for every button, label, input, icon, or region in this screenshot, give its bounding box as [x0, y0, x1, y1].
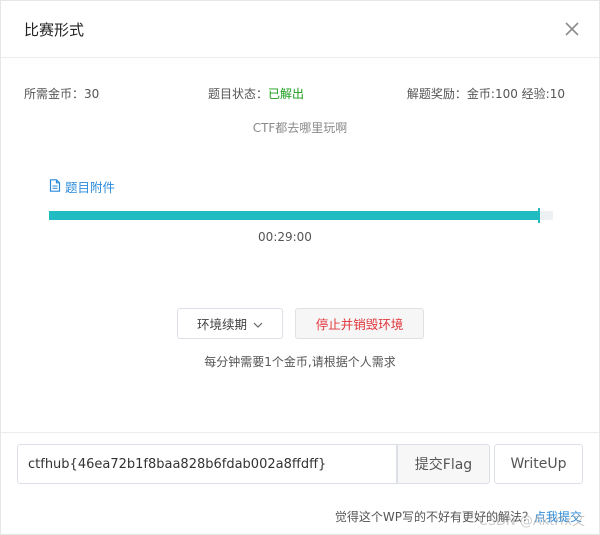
submit-flag-label: 提交Flag: [414, 457, 473, 473]
challenge-dialog: 比赛形式 所需金币：30 题目状态：已解出 解题奖励：金币:100 经验:10 …: [0, 0, 600, 535]
renew-label: 环境续期: [196, 317, 247, 332]
time-progress-bar: [49, 208, 553, 223]
status-badge: 已解出: [268, 87, 305, 101]
coin-cost-value: 30: [84, 87, 100, 101]
environment-cost-note: 每分钟需要1个金币,请根据个人需求: [204, 355, 396, 369]
chevron-down-icon: [253, 316, 263, 331]
writeup-hint-text: 觉得这个WP写的不好有更好的解法？: [334, 510, 534, 524]
flag-input[interactable]: [17, 444, 397, 484]
submit-flag-button[interactable]: 提交Flag: [397, 444, 490, 484]
dialog-header: 比赛形式: [1, 1, 599, 58]
time-progress-fill: [49, 211, 538, 220]
renew-environment-button[interactable]: 环境续期: [177, 308, 283, 339]
destroy-label: 停止并销毁环境: [315, 317, 404, 332]
remaining-time: 00:29:00: [258, 230, 312, 244]
writeup-hint: 觉得这个WP写的不好有更好的解法？点我提交: [335, 508, 582, 525]
attachment-link[interactable]: 题目附件: [49, 177, 115, 196]
file-icon: [49, 178, 61, 195]
writeup-label: WriteUp: [510, 456, 567, 472]
coin-cost-label: 所需金币：: [24, 87, 85, 101]
reward-label: 解题奖励：: [406, 87, 467, 101]
coin-cost: 所需金币：30: [24, 85, 99, 102]
dialog-title: 比赛形式: [24, 21, 85, 39]
solve-reward: 解题奖励：金币:100 经验:10: [407, 85, 565, 102]
close-icon[interactable]: [563, 20, 581, 38]
writeup-button[interactable]: WriteUp: [494, 444, 583, 484]
attachment-label: 题目附件: [65, 180, 116, 195]
submit-writeup-link[interactable]: 点我提交: [534, 510, 582, 524]
time-progress-marker: [538, 208, 540, 223]
status-label: 题目状态：: [208, 87, 269, 101]
challenge-description: CTF都去哪里玩啊: [252, 121, 348, 135]
challenge-status: 题目状态：已解出: [208, 85, 304, 102]
destroy-environment-button[interactable]: 停止并销毁环境: [295, 308, 424, 339]
reward-value: 金币:100 经验:10: [466, 87, 565, 101]
